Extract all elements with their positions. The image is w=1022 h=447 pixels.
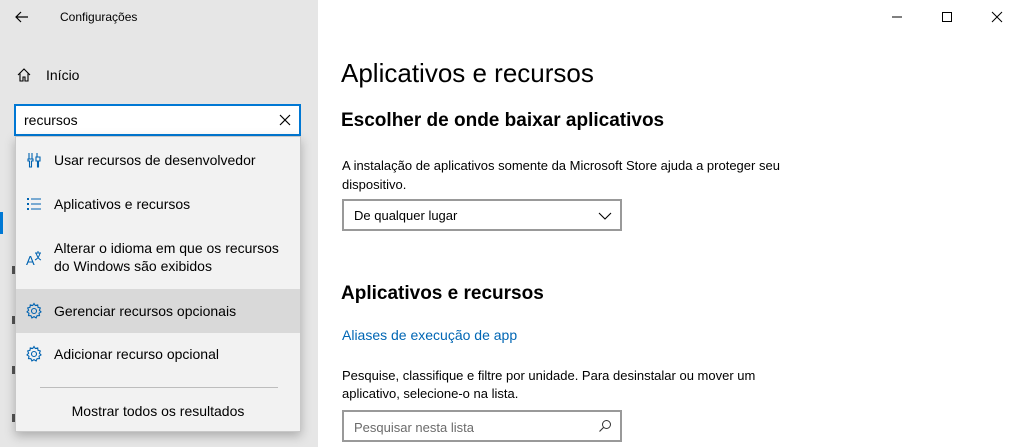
page-title: Aplicativos e recursos [341, 58, 594, 88]
chevron-down-icon [598, 212, 612, 220]
apps-list-search-input[interactable] [354, 418, 584, 436]
minimize-icon [892, 16, 902, 18]
apps-list-description: Pesquise, classifique e filtre por unida… [342, 368, 756, 401]
minimize-button[interactable] [872, 0, 922, 34]
suggestion-label: Gerenciar recursos opcionais [54, 303, 237, 319]
dropdown-divider [40, 387, 278, 388]
suggestion-manage-optional-features[interactable]: Gerenciar recursos opcionais [16, 289, 300, 333]
developer-tools-icon [27, 153, 41, 168]
maximize-icon [942, 12, 952, 22]
apps-list-icon [27, 198, 41, 210]
suggestion-apps-features[interactable]: Aplicativos e recursos [16, 189, 300, 219]
gear-icon [26, 345, 42, 362]
language-icon: A [26, 251, 42, 268]
home-icon [17, 68, 31, 82]
suggestion-change-language[interactable]: A Alterar o idioma em que os recursos do… [16, 235, 300, 277]
close-button[interactable] [972, 0, 1022, 34]
gear-icon [26, 302, 42, 319]
app-execution-aliases-link[interactable]: Aliases de execução de app [342, 327, 517, 343]
back-arrow-icon [15, 11, 28, 23]
suggestion-label: Adicionar recurso opcional [54, 346, 219, 362]
show-all-results-button[interactable]: Mostrar todos os resultados [16, 403, 300, 419]
settings-search-box[interactable] [14, 104, 301, 136]
apps-list-search-box[interactable] [342, 410, 622, 442]
download-source-description: A instalação de aplicativos somente da M… [342, 158, 780, 192]
download-source-selected-value: De qualquer lugar [354, 208, 458, 223]
suggestion-label: Usar recursos de desenvolvedor [54, 152, 256, 168]
suggestion-developer-features[interactable]: Usar recursos de desenvolvedor [16, 145, 300, 175]
suggestion-label: Aplicativos e recursos [54, 196, 191, 212]
suggestion-label: Alterar o idioma em que os recursos do W… [54, 240, 279, 274]
settings-search-input[interactable] [24, 111, 272, 129]
app-title: Configurações [60, 10, 138, 24]
home-nav-item[interactable]: Início [0, 58, 318, 90]
selected-nav-indicator [0, 212, 3, 234]
clear-search-icon[interactable] [277, 112, 293, 128]
svg-text:A: A [26, 253, 35, 268]
section-heading-download-source: Escolher de onde baixar aplicativos [341, 110, 665, 131]
window-controls [872, 0, 1022, 34]
maximize-button[interactable] [922, 0, 972, 34]
navigation-pane: Configurações Início Usar recursos de de… [0, 0, 318, 447]
suggestion-add-optional-feature[interactable]: Adicionar recurso opcional [16, 339, 300, 369]
section-heading-apps-features: Aplicativos e recursos [341, 283, 544, 304]
close-icon [991, 11, 1003, 23]
search-suggestions-dropdown: Usar recursos de desenvolvedor Aplicativ… [15, 136, 301, 432]
back-button[interactable] [8, 4, 36, 30]
title-bar-left: Configurações [0, 0, 318, 34]
search-icon [599, 420, 611, 432]
download-source-dropdown[interactable]: De qualquer lugar [342, 199, 622, 231]
home-label: Início [46, 67, 80, 83]
